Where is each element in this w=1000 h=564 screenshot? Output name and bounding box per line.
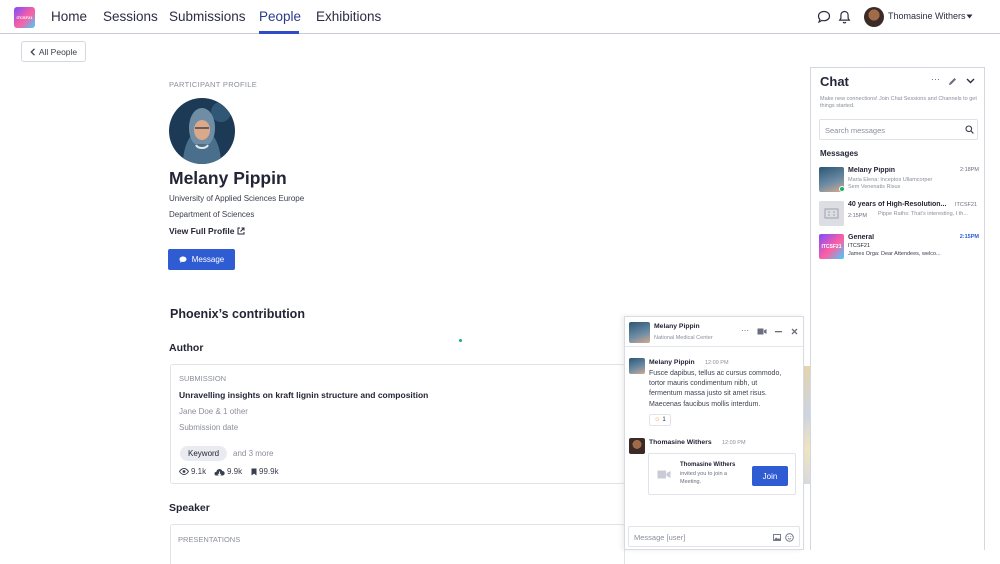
video-camera-icon[interactable] xyxy=(757,328,767,335)
profile-avatar xyxy=(169,98,235,164)
sender-avatar xyxy=(629,438,645,454)
user-name[interactable]: Thomasine Withers xyxy=(888,11,966,21)
pencil-icon[interactable] xyxy=(948,77,957,86)
nav-home[interactable]: Home xyxy=(51,9,87,24)
bookmark-icon xyxy=(251,468,257,475)
nav-people[interactable]: People xyxy=(259,9,301,24)
user-avatar[interactable] xyxy=(864,7,884,27)
nav-exhibitions[interactable]: Exhibitions xyxy=(316,9,381,24)
submission-authors: Jane Doe & 1 other xyxy=(179,407,248,416)
views-stat: 9.1k xyxy=(179,467,206,476)
minimize-icon[interactable] xyxy=(775,331,782,333)
contribution-heading: Phoenix’s contribution xyxy=(170,307,305,321)
contact-name: Melany Pippin xyxy=(654,323,700,330)
message-sender: Thomasine Withers xyxy=(649,439,712,446)
submission-label: SUBMISSION xyxy=(179,374,227,383)
profile-affiliation: University of Applied Sciences Europe xyxy=(169,194,305,203)
chat-title: Chat xyxy=(820,74,849,89)
message-input[interactable]: Message [user] xyxy=(628,526,800,547)
contact-org: National Medical Center xyxy=(654,335,713,341)
message-time: 12:09 PM xyxy=(722,440,746,446)
conversation-item[interactable]: ITCSF21 General 2:15PM ITCSF21 James Org… xyxy=(819,234,979,262)
eye-icon xyxy=(179,468,189,475)
more-options-icon[interactable]: ⋯ xyxy=(741,326,749,335)
online-indicator xyxy=(839,186,845,192)
message-body: Fusce dapibus, tellus ac cursus commodo,… xyxy=(649,370,782,408)
status-dot xyxy=(459,339,462,342)
emoji-icon: ☺ xyxy=(654,417,661,423)
submission-card[interactable]: SUBMISSION Unravelling insights on kraft… xyxy=(170,364,625,484)
cloud-download-icon xyxy=(214,468,225,476)
search-icon[interactable] xyxy=(965,125,974,134)
channel-avatar: ITCSF21 xyxy=(819,234,844,259)
all-people-back-button[interactable]: All People xyxy=(21,41,86,62)
bookmarks-stat: 99.9k xyxy=(251,467,279,476)
message-time: 12:09 PM xyxy=(705,360,729,366)
nav-sessions[interactable]: Sessions xyxy=(103,9,158,24)
chat-popup-header: Melany Pippin National Medical Center ⋯ xyxy=(625,317,803,347)
chat-panel: Chat ⋯ Make new connections! Join Chat S… xyxy=(810,67,985,550)
nav-submissions[interactable]: Submissions xyxy=(169,9,246,24)
more-options-icon[interactable]: ⋯ xyxy=(931,74,940,85)
chat-bubble-icon[interactable] xyxy=(817,10,831,24)
speaker-heading: Speaker xyxy=(169,502,210,514)
chevron-left-icon xyxy=(30,47,35,56)
presentations-card: PRESENTATIONS xyxy=(170,524,625,564)
chat-search-input[interactable]: Search messages xyxy=(819,119,978,140)
keyword-chip[interactable]: Keyword xyxy=(180,446,228,461)
chat-popup: Melany Pippin National Medical Center ⋯ … xyxy=(624,316,804,550)
chat-description: Make new connections! Join Chat Sessions… xyxy=(820,96,977,109)
chat-bubble-icon xyxy=(179,256,187,263)
author-heading: Author xyxy=(169,342,204,354)
more-keywords[interactable]: and 3 more xyxy=(233,449,273,458)
profile-department: Department of Sciences xyxy=(169,210,255,219)
close-icon[interactable] xyxy=(791,328,798,335)
bell-icon[interactable] xyxy=(838,10,851,24)
chevron-down-icon[interactable] xyxy=(966,78,975,84)
messages-heading: Messages xyxy=(820,149,859,158)
presentations-label: PRESENTATIONS xyxy=(178,535,241,544)
external-link-icon xyxy=(237,227,245,235)
contact-avatar xyxy=(629,322,650,343)
message-sender: Melany Pippin xyxy=(649,359,695,366)
panel-border xyxy=(984,67,985,550)
app-logo[interactable]: ITCSF21 xyxy=(14,7,35,28)
message-button[interactable]: Message xyxy=(168,249,235,270)
video-camera-icon xyxy=(657,470,671,479)
submission-title[interactable]: Unravelling insights on kraft lignin str… xyxy=(179,390,428,400)
conversation-item[interactable]: 40 years of High-Resolution... ITCSF21 2… xyxy=(819,201,979,229)
profile-name: Melany Pippin xyxy=(169,168,287,188)
caret-down-icon[interactable] xyxy=(966,14,973,19)
inviter-name: Thomasine Withers xyxy=(680,462,736,468)
view-full-profile-link[interactable]: View Full Profile xyxy=(169,226,245,236)
downloads-stat: 9.9k xyxy=(214,467,242,476)
reaction-chip[interactable]: ☺ 1 xyxy=(649,414,671,426)
sender-avatar xyxy=(629,358,645,374)
conversation-item[interactable]: Melany Pippin 2:18PM Maria Elena: Incept… xyxy=(819,167,979,195)
session-icon xyxy=(819,201,844,226)
participant-profile-label: PARTICIPANT PROFILE xyxy=(169,80,258,89)
top-nav: ITCSF21 Home Sessions Submissions People… xyxy=(0,0,1000,34)
join-meeting-button[interactable]: Join xyxy=(752,466,788,486)
meeting-invite-card: Thomasine Withers invited you to join a … xyxy=(648,453,796,495)
submission-date-label: Submission date xyxy=(179,423,239,432)
active-tab-indicator xyxy=(259,31,299,34)
emoji-icon[interactable] xyxy=(785,533,794,542)
image-icon[interactable] xyxy=(773,534,781,541)
